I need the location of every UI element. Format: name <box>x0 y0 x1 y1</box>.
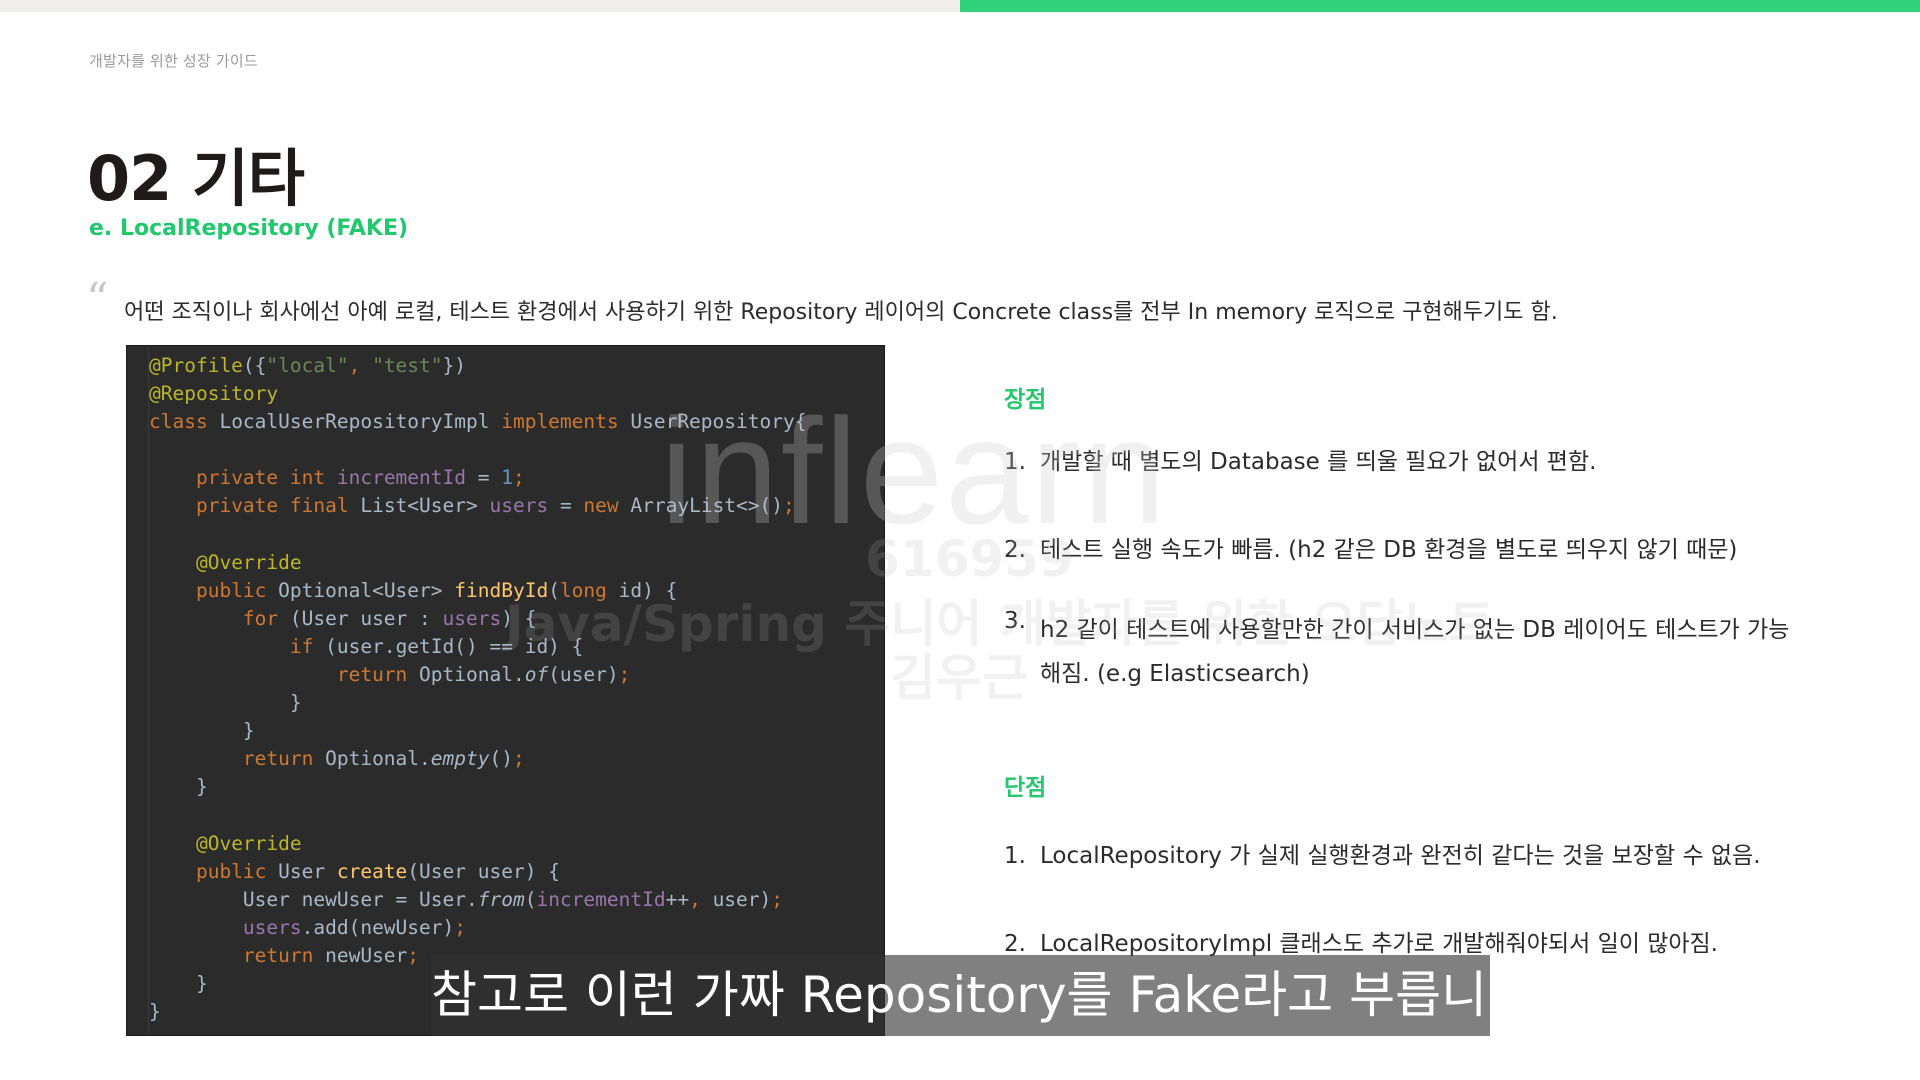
list-number: 1. <box>1004 449 1026 475</box>
cons-item-1: 1. LocalRepository 가 실제 실행환경과 완전히 같다는 것을 … <box>1004 836 1761 870</box>
cons-heading: 단점 <box>1004 775 1047 801</box>
code-line: @Repository <box>149 382 279 406</box>
quote-text: 어떤 조직이나 회사에선 아예 로컬, 테스트 환경에서 사용하기 위한 Rep… <box>124 300 1558 325</box>
code-line: User newUser = User.from(incrementId++, … <box>149 887 784 911</box>
list-text: h2 같이 테스트에 사용할만한 간이 서비스가 없는 DB 레이어도 테스트가… <box>1040 617 1790 687</box>
code-line: return Optional.empty(); <box>242 747 525 771</box>
list-text: LocalRepositoryImpl 클래스도 추가로 개발해줘야되서 일이 … <box>1040 931 1718 957</box>
pros-item-1: 1. 개발할 때 별도의 Database 를 띄울 필요가 없어서 편함. <box>1004 442 1596 476</box>
code-line: private int incrementId = 1; <box>195 466 525 490</box>
list-number: 3. <box>1004 608 1026 634</box>
code-line: class LocalUserRepositoryImpl implements… <box>149 410 807 434</box>
pros-heading: 장점 <box>1004 387 1047 413</box>
code-line: users.add(newUser); <box>242 915 466 939</box>
code-line: return Optional.of(user); <box>336 663 631 687</box>
list-text: LocalRepository 가 실제 실행환경과 완전히 같다는 것을 보장… <box>1040 843 1761 869</box>
code-block: @Profile({"local", "test"}) @Repository cl… <box>149 352 806 1026</box>
pros-item-3: 3. h2 같이 테스트에 사용할만한 간이 서비스가 없는 DB 레이어도 테스… <box>1004 608 1800 696</box>
code-line: @Profile({"local", "test"}) <box>149 354 467 377</box>
list-number: 1. <box>1004 843 1026 869</box>
course-label: 개발자를 위한 성장 가이드 <box>89 52 258 70</box>
page-title: 02 기타 <box>87 142 305 215</box>
list-text: 개발할 때 별도의 Database 를 띄울 필요가 없어서 편함. <box>1040 449 1597 475</box>
code-screenshot: @Profile({"local", "test"}) @Repository cl… <box>126 345 885 1036</box>
code-line: } <box>149 719 255 743</box>
code-line: for (User user : users) { <box>242 606 537 630</box>
code-line: public User create(User user) { <box>195 859 560 883</box>
section-subtitle: e. LocalRepository (FAKE) <box>89 216 409 241</box>
video-caption: 참고로 이런 가짜 Repository를 Fake라고 부릅니다 <box>431 955 1533 1036</box>
code-line: @Override <box>195 550 302 574</box>
code-line: } <box>149 691 302 715</box>
code-line: @Override <box>195 831 302 855</box>
pros-item-2: 2. 테스트 실행 속도가 빠름. (h2 같은 DB 환경을 별도로 띄우지 않… <box>1004 530 1737 564</box>
quote-icon: “ <box>86 274 109 325</box>
code-line: private final List<User> users = new Arr… <box>195 494 795 518</box>
video-progress-fill <box>960 0 1920 12</box>
list-number: 2. <box>1004 537 1026 563</box>
list-number: 2. <box>1004 931 1026 957</box>
code-line: if (user.getId() == id) { <box>289 634 584 658</box>
code-gutter <box>127 346 149 1035</box>
cons-item-2: 2. LocalRepositoryImpl 클래스도 추가로 개발해줘야되서 일… <box>1004 924 1718 958</box>
code-line: public Optional<User> findById(long id) … <box>195 578 678 602</box>
code-line: } <box>149 775 208 799</box>
video-progress-bar[interactable] <box>0 0 1920 12</box>
list-text: 테스트 실행 속도가 빠름. (h2 같은 DB 환경을 별도로 띄우지 않기 … <box>1040 537 1738 563</box>
